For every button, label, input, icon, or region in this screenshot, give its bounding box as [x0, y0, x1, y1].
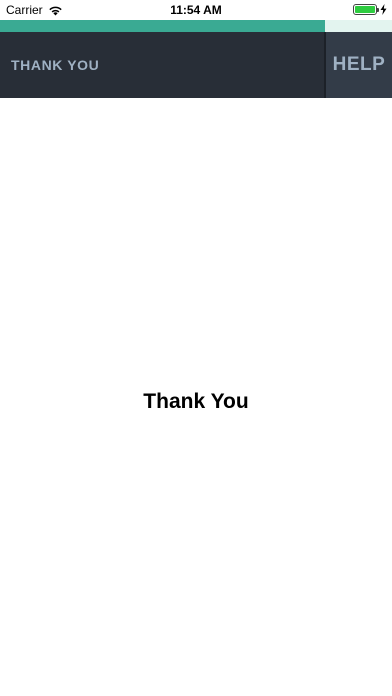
progress-bar — [0, 20, 392, 32]
header-bar: THANK YOU HELP — [0, 32, 392, 98]
status-time: 11:54 AM — [170, 3, 222, 17]
battery-icon — [353, 4, 379, 15]
status-right — [353, 4, 387, 15]
page-title: THANK YOU — [11, 57, 100, 73]
bolt-icon — [380, 4, 387, 15]
main-content: Thank You — [0, 98, 392, 696]
battery-level-fill — [355, 6, 375, 13]
app-screen: Carrier 11:54 AM THANK YOU HELP Thank Yo… — [0, 0, 392, 696]
thank-you-message: Thank You — [143, 390, 249, 413]
help-button[interactable]: HELP — [326, 32, 392, 98]
status-bar: Carrier 11:54 AM — [0, 0, 392, 20]
progress-bar-fill — [0, 20, 326, 32]
